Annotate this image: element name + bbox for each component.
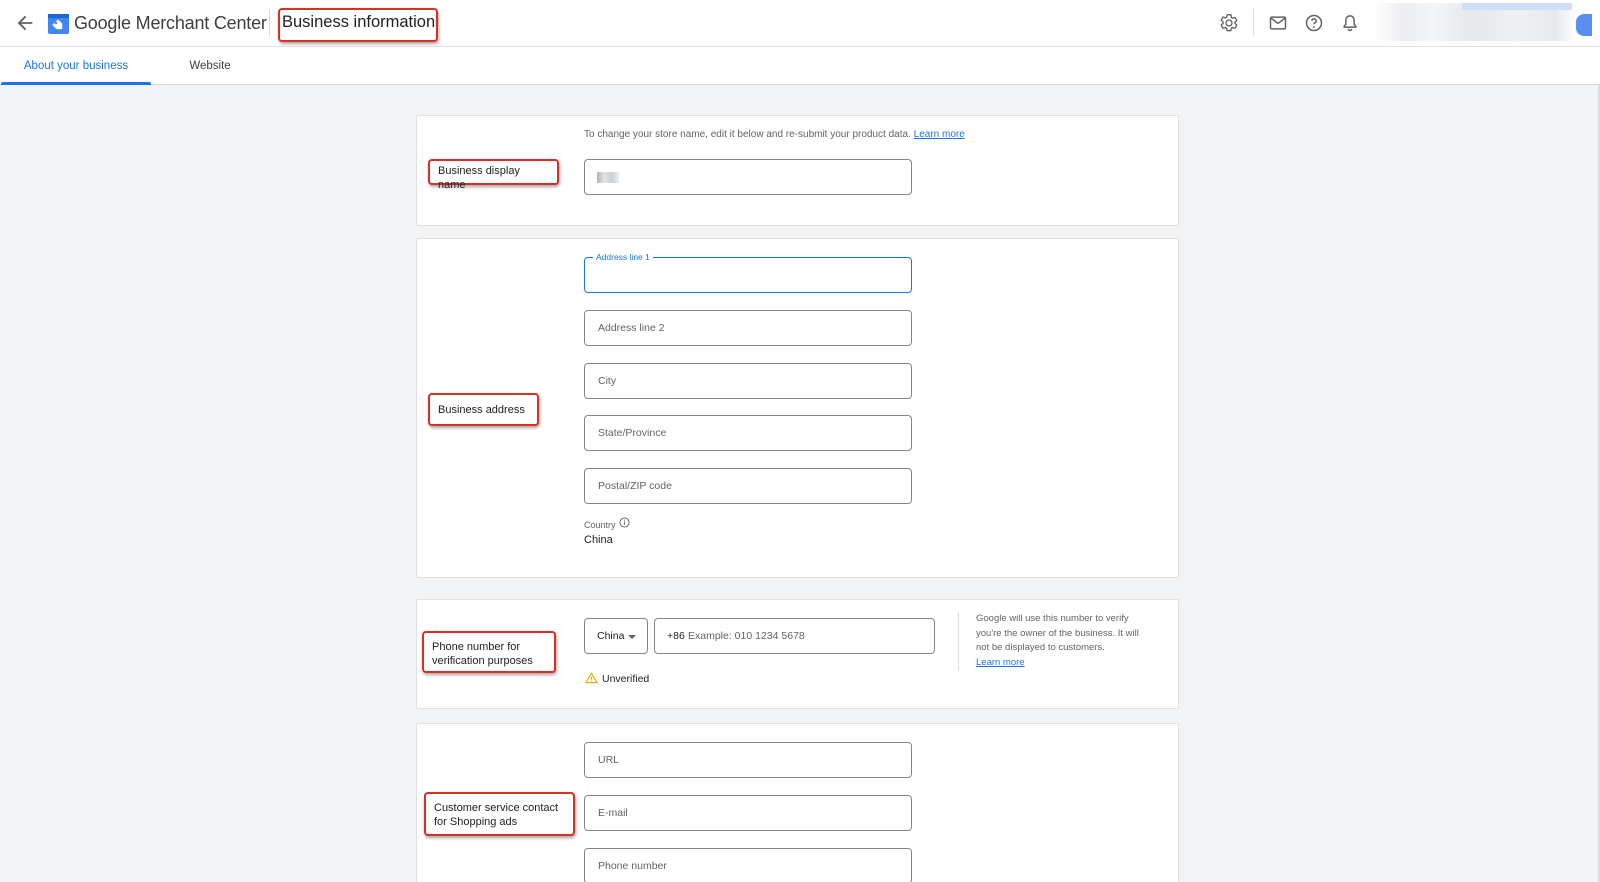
country-label: Country bbox=[584, 520, 616, 530]
customer-service-label-line2: for Shopping ads bbox=[434, 816, 518, 828]
phone-number-placeholder: Phone number bbox=[598, 860, 667, 872]
postal-code-input[interactable]: Postal/ZIP code bbox=[584, 468, 912, 504]
note-divider bbox=[958, 613, 959, 670]
verification-phone-input[interactable]: +86 Example: 010 1234 5678 bbox=[654, 618, 935, 654]
customer-service-url-input[interactable]: URL bbox=[584, 742, 912, 778]
tab-about-your-business[interactable]: About your business bbox=[1, 47, 151, 85]
phone-verification-label: Phone number for verification purposes bbox=[422, 631, 556, 673]
city-placeholder: City bbox=[598, 375, 617, 387]
email-placeholder: E-mail bbox=[598, 807, 628, 819]
top-app-bar: Google Merchant Center Business informat… bbox=[0, 0, 1600, 47]
verification-phone-card: Phone number for verification purposes C… bbox=[416, 599, 1179, 709]
info-icon[interactable] bbox=[619, 517, 630, 528]
phone-note-line1: Google will use this number to verify bbox=[976, 613, 1129, 624]
mail-icon[interactable] bbox=[1268, 13, 1288, 33]
annotation-highlight-title bbox=[278, 8, 438, 42]
address-line-2-placeholder: Address line 2 bbox=[598, 322, 665, 334]
state-province-placeholder: State/Province bbox=[598, 427, 667, 439]
city-input[interactable]: City bbox=[584, 363, 912, 399]
customer-service-label-line1: Customer service contact bbox=[434, 802, 559, 814]
back-arrow-icon[interactable] bbox=[14, 12, 36, 34]
phone-country-select[interactable]: China bbox=[584, 618, 648, 654]
notifications-bell-icon[interactable] bbox=[1340, 13, 1360, 33]
business-address-label: Business address bbox=[428, 393, 539, 426]
display-name-hint-text: To change your store name, edit it below… bbox=[584, 129, 911, 140]
merchant-center-logo-icon bbox=[48, 14, 69, 34]
tab-website[interactable]: Website bbox=[160, 47, 260, 85]
url-placeholder: URL bbox=[598, 754, 620, 766]
address-line-2-input[interactable]: Address line 2 bbox=[584, 310, 912, 346]
product-name: Google Merchant Center bbox=[74, 13, 267, 33]
avatar[interactable] bbox=[1576, 14, 1592, 36]
settings-gear-icon[interactable] bbox=[1219, 13, 1239, 33]
business-address-card: Address line 1 Address line 2 City State… bbox=[416, 238, 1179, 578]
help-icon[interactable] bbox=[1304, 13, 1324, 33]
header-divider bbox=[269, 10, 270, 37]
warning-icon bbox=[585, 672, 598, 684]
phone-note-line3: not be displayed to customers. bbox=[976, 642, 1105, 653]
business-display-name-input[interactable] bbox=[584, 159, 912, 195]
state-province-input[interactable]: State/Province bbox=[584, 415, 912, 451]
phone-verification-note: Google will use this number to verify yo… bbox=[976, 612, 1139, 670]
phone-placeholder: Example: 010 1234 5678 bbox=[688, 630, 805, 642]
customer-service-email-input[interactable]: E-mail bbox=[584, 795, 912, 831]
phone-verification-label-line2: verification purposes bbox=[432, 655, 533, 667]
main-content: To change your store name, edit it below… bbox=[0, 85, 1600, 882]
business-display-name-card: To change your store name, edit it below… bbox=[416, 115, 1179, 226]
phone-country-value: China bbox=[597, 630, 625, 642]
redacted-store-name bbox=[597, 172, 619, 183]
phone-prefix: +86 bbox=[667, 630, 685, 642]
phone-verification-label-line1: Phone number for bbox=[432, 641, 521, 653]
address-line-1-input[interactable]: Address line 1 bbox=[584, 252, 912, 293]
account-info-redacted bbox=[1372, 3, 1577, 41]
customer-service-card: URL E-mail Phone number Customer service… bbox=[416, 723, 1179, 882]
business-display-name-label: Business display name bbox=[428, 159, 559, 191]
phone-note-line2: you're the owner of the business. It wil… bbox=[976, 627, 1139, 639]
phone-learn-more-link[interactable]: Learn more bbox=[976, 656, 1139, 671]
verification-status: Unverified bbox=[602, 673, 650, 685]
country-value: China bbox=[584, 534, 613, 546]
chevron-down-icon bbox=[628, 635, 636, 639]
address-line-1-label: Address line 1 bbox=[593, 252, 653, 262]
toolbar-divider bbox=[1253, 10, 1254, 36]
learn-more-link[interactable]: Learn more bbox=[914, 129, 965, 140]
display-name-hint: To change your store name, edit it below… bbox=[584, 129, 965, 140]
postal-code-placeholder: Postal/ZIP code bbox=[598, 480, 672, 492]
customer-service-label: Customer service contact for Shopping ad… bbox=[424, 792, 575, 836]
customer-service-phone-input[interactable]: Phone number bbox=[584, 848, 912, 882]
tab-bar: About your business Website bbox=[0, 47, 1600, 85]
